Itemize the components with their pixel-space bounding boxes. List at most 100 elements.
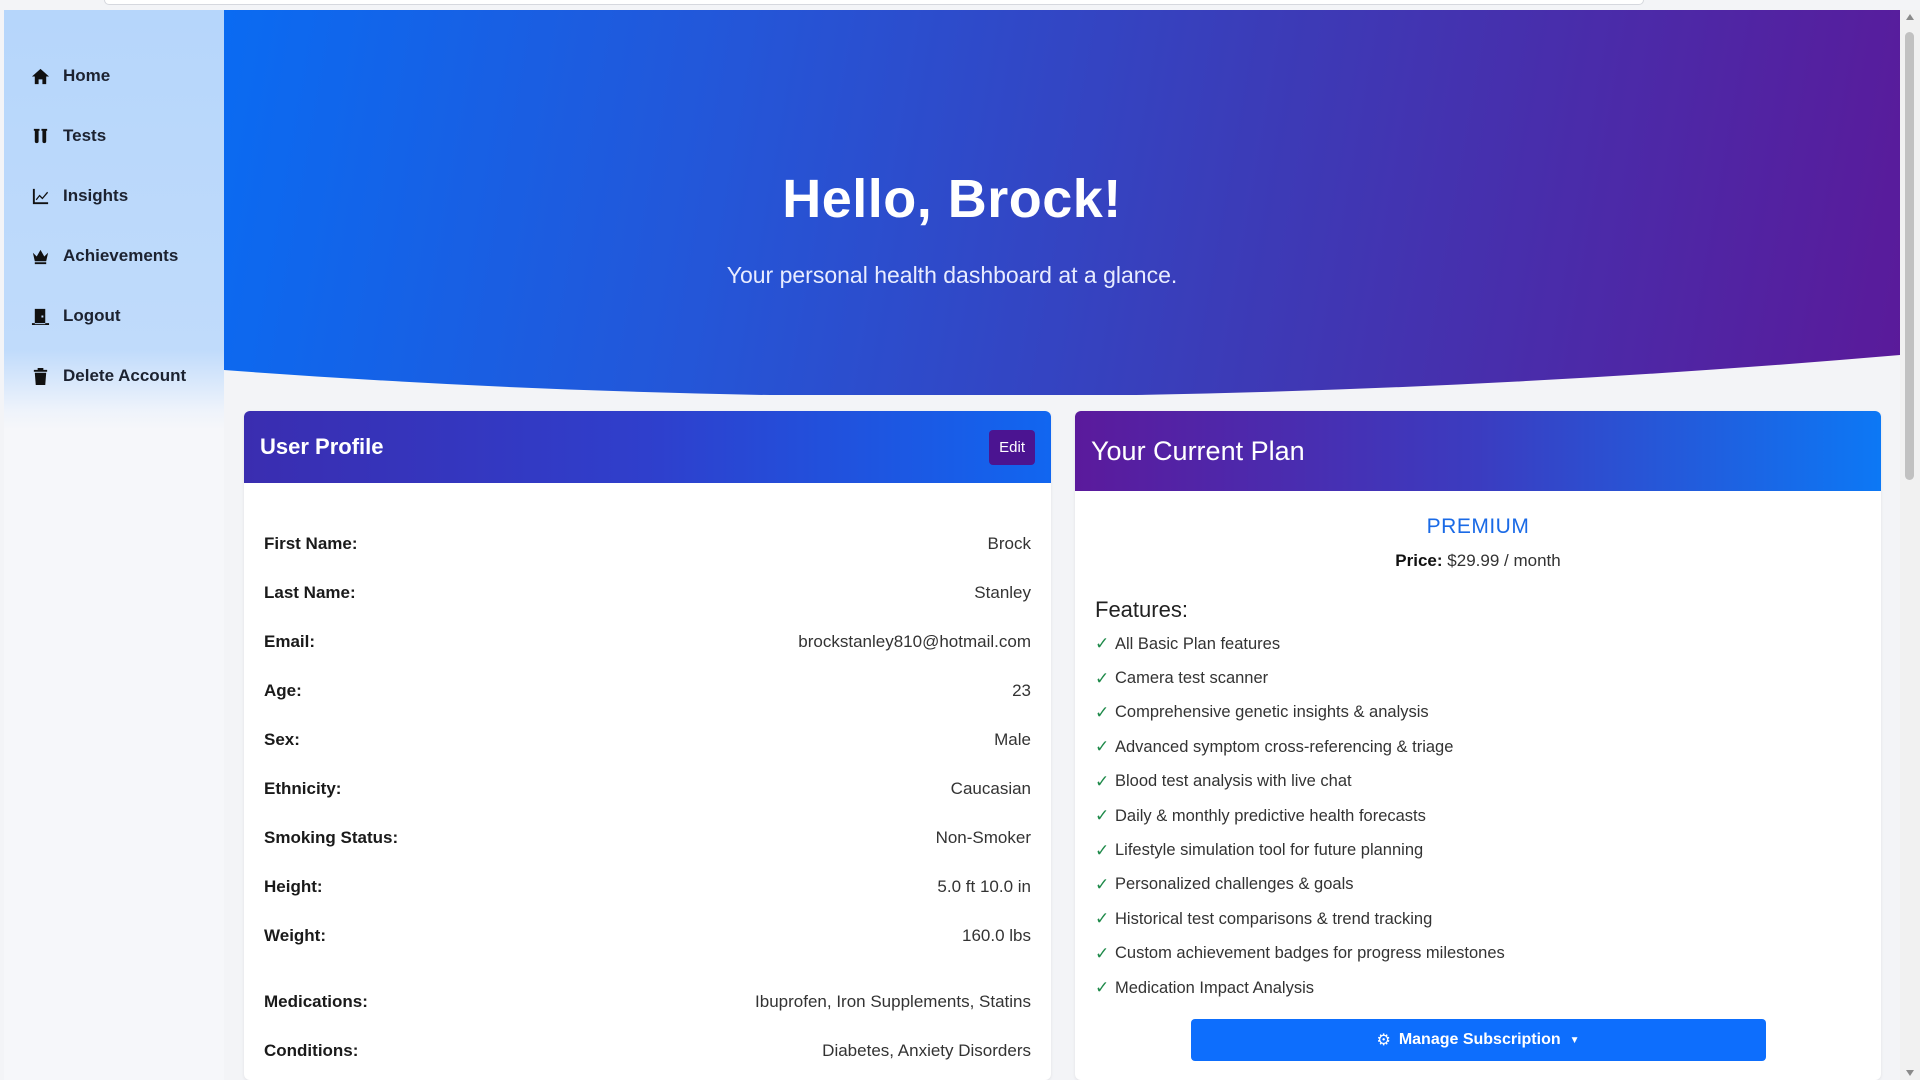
row-label: Last Name:	[264, 582, 356, 602]
profile-row-first-name: First Name: Brock	[264, 519, 1031, 568]
profile-row-height: Height: 5.0 ft 10.0 in	[264, 862, 1031, 911]
row-label: Weight:	[264, 925, 327, 945]
current-plan-card: Your Current Plan PREMIUM Price: $29.99 …	[1075, 411, 1881, 1080]
row-value: 23	[1012, 680, 1031, 700]
profile-row-weight: Weight: 160.0 lbs	[264, 911, 1031, 960]
plan-name: PREMIUM	[1426, 515, 1530, 538]
check-icon: ✓	[1095, 978, 1110, 998]
sidebar-item-label: Delete Account	[63, 366, 187, 385]
scroll-down-arrow-icon[interactable]	[1906, 1070, 1914, 1076]
feature-label: All Basic Plan features	[1115, 634, 1281, 653]
feature-item: ✓ Comprehensive genetic insights & analys…	[1095, 696, 1881, 730]
profile-row-ethnicity: Ethnicity: Caucasian	[264, 764, 1031, 813]
feature-label: Historical test comparisons & trend trac…	[1115, 909, 1433, 928]
feature-label: Blood test analysis with live chat	[1115, 772, 1352, 791]
sidebar-item-insights[interactable]: Insights	[4, 166, 224, 226]
check-icon: ✓	[1095, 840, 1110, 860]
feature-label: Daily & monthly predictive health foreca…	[1115, 806, 1426, 825]
row-label: First Name:	[264, 533, 358, 553]
feature-label: Custom achievement badges for progress m…	[1115, 944, 1505, 963]
sidebar-item-logout[interactable]: Logout	[4, 286, 224, 346]
feature-item: ✓ Medication Impact Analysis	[1095, 971, 1881, 1005]
row-label: Conditions:	[264, 1040, 359, 1060]
test-tubes-icon	[29, 126, 51, 146]
address-bar[interactable]	[104, 0, 1644, 5]
check-icon: ✓	[1095, 771, 1110, 791]
card-title: Your Current Plan	[1091, 435, 1305, 466]
profile-row-medications: Medications: Ibuprofen, Iron Supplements,…	[264, 977, 1031, 1026]
browser-top-strip	[0, 0, 1920, 10]
feature-item: ✓ Personalized challenges & goals	[1095, 868, 1881, 902]
row-value: Non-Smoker	[935, 827, 1031, 847]
features-title: Features:	[1095, 597, 1188, 622]
check-icon: ✓	[1095, 909, 1110, 929]
row-value: Male	[994, 729, 1031, 749]
card-title: User Profile	[260, 434, 384, 459]
sidebar-item-home[interactable]: Home	[4, 46, 224, 106]
row-value: Ibuprofen, Iron Supplements, Statins	[755, 991, 1031, 1011]
sidebar-item-label: Achievements	[63, 246, 179, 265]
door-icon	[29, 306, 51, 326]
check-icon: ✓	[1095, 874, 1110, 894]
check-icon: ✓	[1095, 668, 1110, 688]
sidebar-item-label: Tests	[63, 126, 107, 145]
trash-icon	[29, 366, 51, 386]
manage-subscription-button[interactable]: ⚙ Manage Subscription ▼	[1190, 1019, 1766, 1062]
hero-banner: Hello, Brock! Your personal health dashb…	[224, 10, 1900, 395]
feature-item: ✓ Daily & monthly predictive health forec…	[1095, 799, 1881, 833]
sidebar-item-achievements[interactable]: Achievements	[4, 226, 224, 286]
row-value: Stanley	[974, 582, 1031, 602]
feature-label: Camera test scanner	[1115, 669, 1269, 688]
feature-item: ✓ Historical test comparisons & trend tra…	[1095, 902, 1881, 936]
plan-price: Price: $29.99 / month	[1075, 551, 1881, 571]
row-value: Brock	[987, 533, 1031, 553]
feature-item: ✓ Camera test scanner	[1095, 661, 1881, 695]
row-label: Ethnicity:	[264, 778, 342, 798]
row-label: Smoking Status:	[264, 827, 399, 847]
greeting-subtitle: Your personal health dashboard at a glan…	[726, 262, 1178, 288]
profile-details: First Name: Brock Last Name: Stanley Email…	[244, 483, 1051, 1075]
row-value: 160.0 lbs	[962, 925, 1031, 945]
check-icon: ✓	[1095, 737, 1110, 757]
row-label: Height:	[264, 876, 323, 896]
feature-label: Advanced symptom cross-referencing & tri…	[1115, 737, 1454, 756]
edit-profile-button[interactable]: Edit	[989, 429, 1035, 465]
page-scrollbar[interactable]	[1900, 10, 1920, 1080]
row-label: Sex:	[264, 729, 300, 749]
sidebar: Home Tests Insights Achievements Logout …	[4, 10, 224, 1080]
profile-row-age: Age: 23	[264, 666, 1031, 715]
feature-label: Comprehensive genetic insights & analysi…	[1115, 703, 1429, 722]
check-icon: ✓	[1095, 634, 1110, 654]
user-profile-header: User Profile Edit	[244, 411, 1051, 483]
row-value: Caucasian	[950, 778, 1031, 798]
row-value: brockstanley810@hotmail.com	[798, 631, 1031, 651]
row-label: Email:	[264, 631, 316, 651]
sidebar-item-label: Insights	[63, 186, 129, 205]
feature-label: Medication Impact Analysis	[1115, 978, 1315, 997]
profile-row-last-name: Last Name: Stanley	[264, 568, 1031, 617]
sidebar-item-delete-account[interactable]: Delete Account	[4, 346, 224, 406]
price-value: $29.99 / month	[1447, 551, 1561, 570]
check-icon: ✓	[1095, 806, 1110, 826]
profile-row-smoking-status: Smoking Status: Non-Smoker	[264, 813, 1031, 862]
feature-label: Lifestyle simulation tool for future pla…	[1115, 841, 1424, 860]
check-icon: ✓	[1095, 702, 1110, 722]
sidebar-item-tests[interactable]: Tests	[4, 106, 224, 166]
price-label: Price:	[1395, 551, 1443, 570]
line-chart-icon	[29, 186, 51, 206]
profile-row-sex: Sex: Male	[264, 715, 1031, 764]
profile-row-email: Email: brockstanley810@hotmail.com	[264, 617, 1031, 666]
sidebar-item-label: Home	[63, 66, 111, 85]
row-value: Diabetes, Anxiety Disorders	[822, 1040, 1031, 1060]
feature-item: ✓ Lifestyle simulation tool for future pl…	[1095, 833, 1881, 867]
row-label: Age:	[264, 680, 302, 700]
home-icon	[29, 66, 51, 86]
feature-item: ✓ Custom achievement badges for progress …	[1095, 937, 1881, 971]
sidebar-item-label: Logout	[63, 306, 121, 325]
feature-item: ✓ All Basic Plan features	[1095, 627, 1881, 661]
scrollbar-thumb[interactable]	[1905, 32, 1914, 480]
scroll-up-arrow-icon[interactable]	[1906, 14, 1914, 20]
user-profile-card: User Profile Edit First Name: Brock Last …	[244, 411, 1051, 1080]
feature-label: Personalized challenges & goals	[1115, 875, 1354, 894]
greeting-title: Hello, Brock!	[782, 169, 1122, 229]
